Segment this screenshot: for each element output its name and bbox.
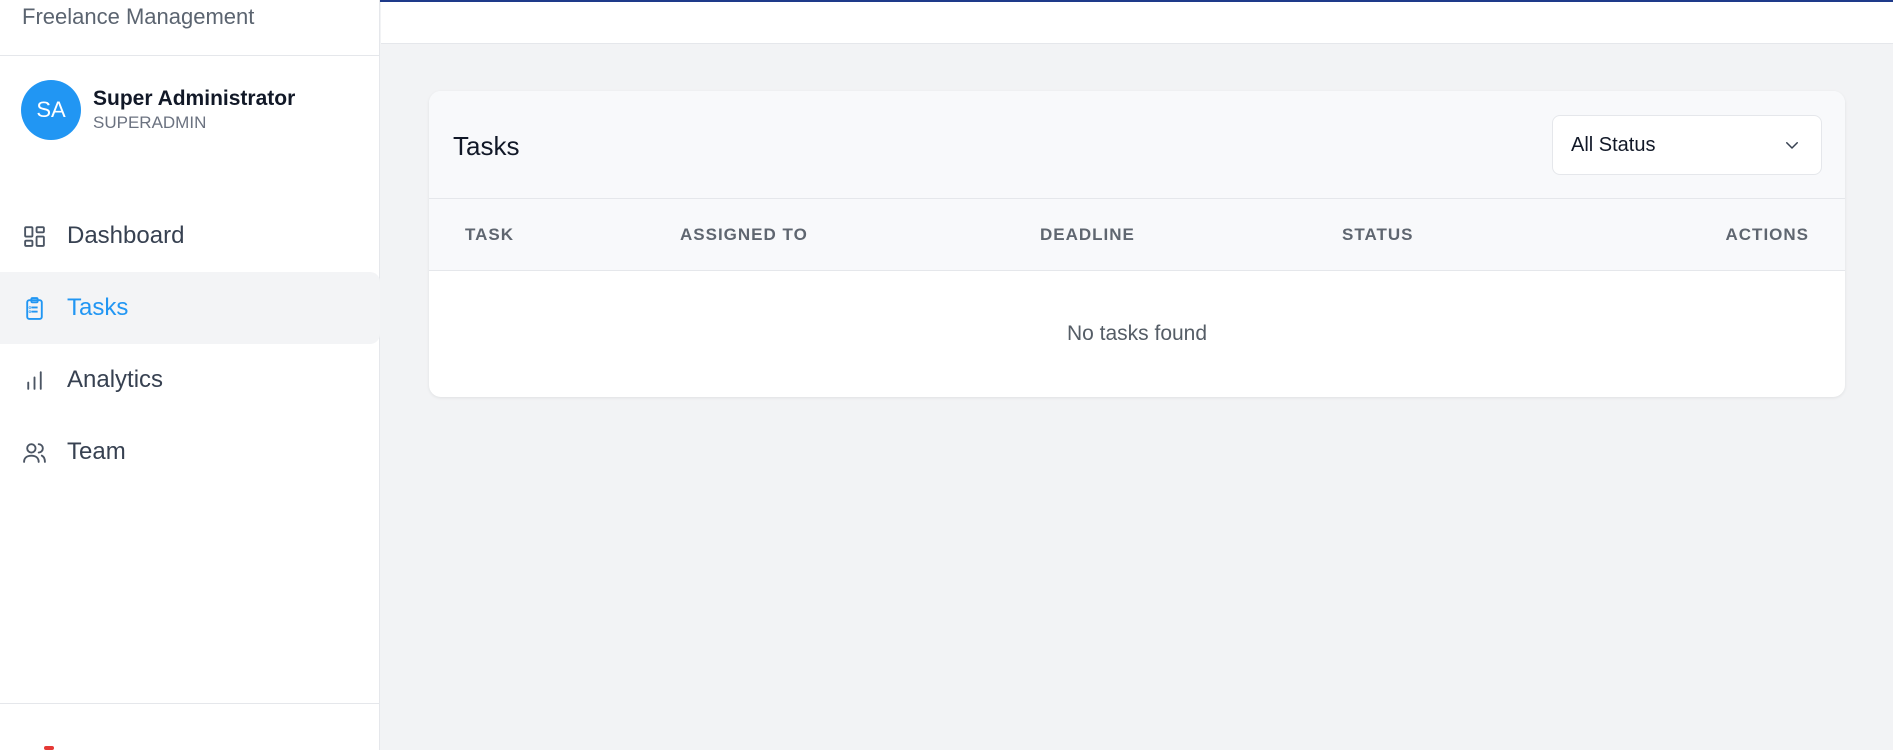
user-profile: SA Super Administrator SUPERADMIN — [21, 80, 295, 140]
dashboard-icon — [22, 224, 47, 249]
status-filter-select[interactable]: All Status — [1552, 115, 1822, 175]
chevron-down-icon — [1783, 136, 1801, 154]
column-header-assigned-to: ASSIGNED TO — [680, 225, 808, 244]
column-header-deadline: DEADLINE — [1040, 225, 1135, 244]
table-header: TASK ASSIGNED TO DEADLINE STATUS ACTIONS — [429, 199, 1845, 271]
sidebar-item-label: Analytics — [67, 366, 164, 393]
empty-state-message: No tasks found — [1066, 322, 1208, 345]
user-role: SUPERADMIN — [93, 113, 207, 132]
user-name: Super Administrator — [93, 87, 296, 110]
avatar[interactable]: SA — [21, 80, 81, 140]
divider — [0, 55, 380, 56]
sidebar-item-label: Dashboard — [67, 222, 185, 249]
app-brand: Freelance Management — [22, 4, 255, 29]
sidebar-item-team[interactable]: Team — [0, 416, 380, 488]
tasks-card-header: Tasks All Status — [429, 91, 1845, 199]
column-header-status: STATUS — [1342, 225, 1414, 244]
sidebar-item-dashboard[interactable]: Dashboard — [0, 200, 380, 272]
sidebar-item-label: Tasks — [67, 294, 129, 321]
logout-icon[interactable] — [44, 746, 54, 750]
users-icon — [22, 440, 47, 465]
sidebar-item-analytics[interactable]: Analytics — [0, 344, 380, 416]
column-header-actions: ACTIONS — [1725, 225, 1809, 244]
sidebar-nav: Dashboard Tasks Analytics Team — [0, 200, 380, 488]
clipboard-icon — [22, 296, 47, 321]
bar-chart-icon — [22, 368, 47, 393]
sidebar-item-label: Team — [67, 438, 126, 465]
top-header — [381, 2, 1893, 44]
sidebar: Freelance Management SA Super Administra… — [0, 0, 380, 750]
page-title: Tasks — [453, 131, 520, 161]
status-filter-value: All Status — [1571, 133, 1656, 156]
tasks-card: Tasks All Status TASK ASSIGNED TO DEADLI… — [429, 91, 1845, 397]
column-header-task: TASK — [465, 225, 515, 244]
sidebar-item-tasks[interactable]: Tasks — [0, 272, 380, 344]
divider — [0, 703, 380, 704]
